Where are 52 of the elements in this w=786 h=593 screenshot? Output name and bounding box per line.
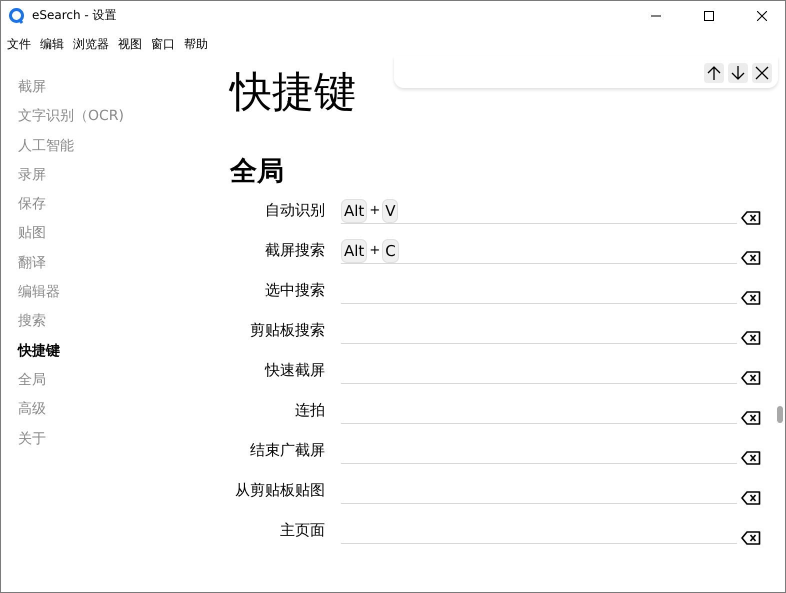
clear-icon[interactable] <box>741 291 761 305</box>
shortcut-label: 从剪贴板贴图 <box>234 480 325 500</box>
sidebar-item[interactable]: 编辑器 <box>18 278 213 308</box>
sidebar-item[interactable]: 关于 <box>18 424 213 454</box>
down-arrow-button[interactable] <box>728 63 748 83</box>
menu-item[interactable]: 浏览器 <box>73 36 109 52</box>
shortcut-field[interactable]: Alt + V <box>341 198 737 224</box>
clear-icon[interactable] <box>741 331 761 345</box>
down-arrow-icon <box>731 66 745 80</box>
menu-item[interactable]: 窗口 <box>151 36 175 52</box>
shortcut-label: 选中搜索 <box>264 280 325 300</box>
sidebar-item[interactable]: 高级 <box>18 395 213 425</box>
sidebar-item[interactable]: 保存 <box>18 190 213 220</box>
clear-icon[interactable] <box>741 211 761 225</box>
section-title: 全局 <box>230 155 285 189</box>
shortcut-field[interactable]: Alt + C <box>341 238 737 264</box>
sidebar-item[interactable]: 翻译 <box>18 248 213 278</box>
sidebar-item[interactable]: 贴图 <box>18 219 213 249</box>
shortcut-label: 截屏搜索 <box>264 240 325 260</box>
menu-item[interactable]: 文件 <box>7 36 31 52</box>
up-arrow-icon <box>707 66 721 80</box>
maximize-icon <box>704 10 714 20</box>
sidebar-item[interactable]: 截屏 <box>18 73 213 102</box>
clear-icon[interactable] <box>741 451 761 465</box>
shortcut-label: 连拍 <box>294 400 325 420</box>
close-icon <box>755 66 769 80</box>
window-title: eSearch - 设置 <box>32 7 118 24</box>
clear-icon[interactable] <box>741 531 761 545</box>
sidebar-item[interactable]: 快捷键 <box>18 336 213 366</box>
sidebar-item[interactable]: 文字识别（OCR) <box>18 102 213 132</box>
menu-item[interactable]: 帮助 <box>184 36 208 52</box>
clear-icon[interactable] <box>741 251 761 265</box>
menu-item[interactable]: 编辑 <box>40 36 64 52</box>
sidebar-item[interactable]: 搜索 <box>18 307 213 337</box>
close-icon <box>757 10 767 20</box>
clear-icon[interactable] <box>741 411 761 425</box>
sidebar-item[interactable]: 全局 <box>18 366 213 396</box>
shortcut-label: 快速截屏 <box>264 360 325 380</box>
clear-icon[interactable] <box>741 371 761 385</box>
shortcut-label: 结束广截屏 <box>249 440 325 460</box>
page-title: 快捷键 <box>230 66 356 118</box>
menu-item[interactable]: 视图 <box>118 36 142 52</box>
up-arrow-button[interactable] <box>704 63 724 83</box>
clear-icon[interactable] <box>741 491 761 505</box>
app-logo-icon <box>9 8 25 24</box>
scrollbar-thumb[interactable] <box>777 406 783 423</box>
sidebar-item[interactable]: 人工智能 <box>18 132 213 161</box>
sidebar-item[interactable]: 录屏 <box>18 160 213 190</box>
shortcut-label: 自动识别 <box>264 200 325 220</box>
shortcut-label: 主页面 <box>279 520 325 540</box>
close-button[interactable] <box>752 63 772 83</box>
shortcut-label: 剪贴板搜索 <box>249 320 325 340</box>
